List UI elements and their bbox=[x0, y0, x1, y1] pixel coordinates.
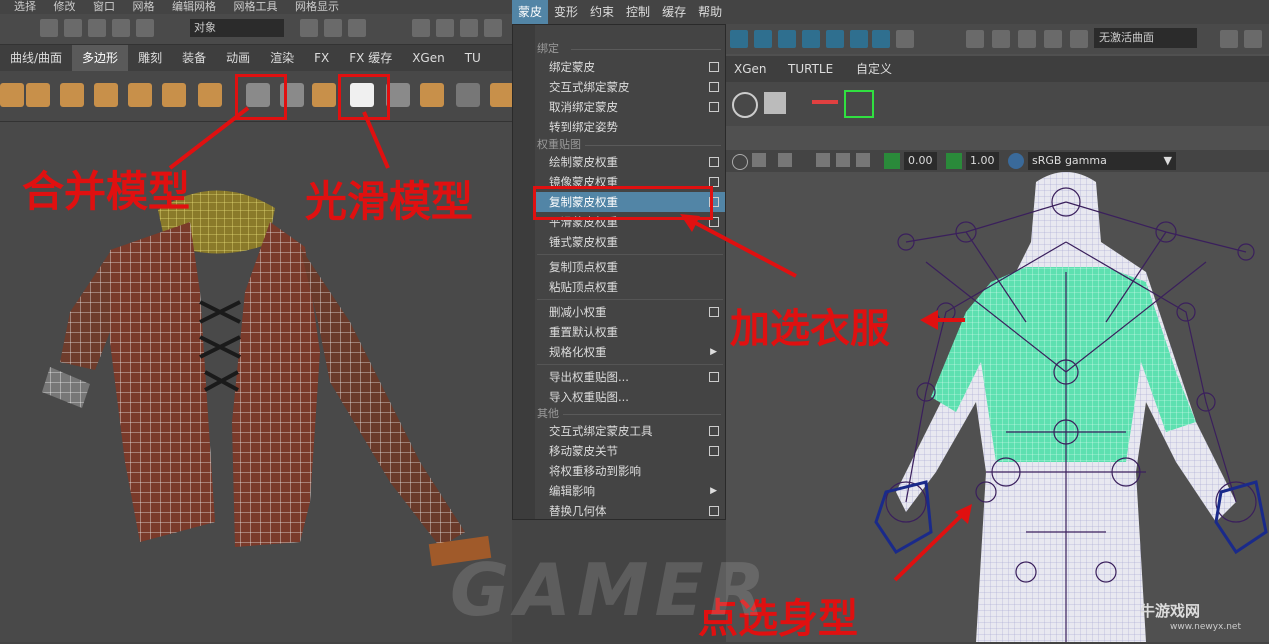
annotation-add-clothes: 加选衣服 bbox=[730, 306, 890, 352]
site-url: www.newyx.net bbox=[1170, 622, 1242, 632]
site-logo: 牛游戏网 bbox=[1140, 602, 1201, 620]
watermark-text: GAMER bbox=[450, 548, 772, 632]
right-annotation-arrows bbox=[680, 214, 972, 582]
